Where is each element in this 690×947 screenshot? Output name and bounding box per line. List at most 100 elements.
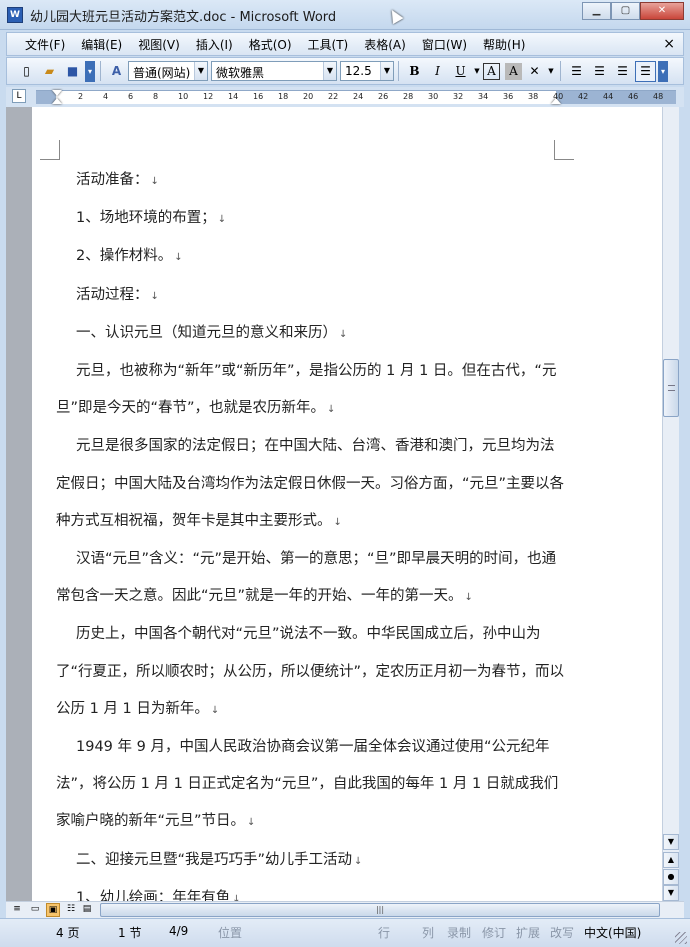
underline-dropdown-icon[interactable]: ▼: [473, 61, 481, 82]
status-language[interactable]: 中文(中国): [584, 924, 641, 941]
ruler-tick-label: 36: [503, 92, 514, 101]
paragraph-mark-icon: ↓: [464, 592, 473, 604]
document-paragraph[interactable]: 1949 年 9 月，中国人民政治协商会议第一届全体会议通过使用“公元纪年法”，…: [56, 729, 566, 842]
formatting-toolbar: ▯ ▰ ■ ▾ A 普通(网站) ▼ 微软雅黑 ▼ 12.5 ▼ B I U ▼…: [6, 57, 684, 85]
underline-button[interactable]: U: [450, 61, 471, 82]
menu-insert[interactable]: 插入(I): [188, 36, 241, 53]
font-size-combo[interactable]: 12.5 ▼: [340, 61, 394, 81]
close-window-button[interactable]: ✕: [640, 2, 684, 20]
align-right-icon[interactable]: ☰: [612, 61, 633, 82]
paragraph-text: 一、认识元旦（知道元旦的意义和来历）: [76, 324, 337, 341]
outline-view-icon[interactable]: ☷: [64, 903, 78, 917]
document-paragraph[interactable]: 活动过程： ↓: [56, 277, 566, 315]
word-app-icon[interactable]: W: [7, 7, 23, 23]
web-layout-view-icon[interactable]: ▭: [28, 903, 42, 917]
scroll-down-arrow-icon[interactable]: ▼: [663, 834, 679, 850]
horizontal-scrollbar-row: ≡ ▭ ▣ ☷ ▤ |||: [6, 901, 684, 918]
document-paragraph[interactable]: 1、幼儿绘画：年年有鱼 ↓: [56, 880, 566, 901]
menu-table[interactable]: 表格(A): [356, 36, 414, 53]
previous-page-icon[interactable]: ▲: [663, 852, 679, 868]
menu-file[interactable]: 文件(F): [17, 36, 73, 53]
status-extend-selection[interactable]: 扩展: [516, 924, 540, 941]
toolbar-options-icon[interactable]: ▾: [85, 60, 95, 82]
styles-pane-icon[interactable]: A: [106, 61, 127, 82]
next-page-icon[interactable]: ▼: [663, 885, 679, 901]
paragraph-mark-icon: ↓: [150, 176, 159, 187]
vertical-scrollbar[interactable]: ▼ ▲ ● ▼: [662, 107, 679, 901]
window-controls: ▁ ▢ ✕: [582, 2, 684, 20]
status-bar: 4 页 1 节 4/9 位置 行 列 录制 修订 扩展 改写 中文(中国): [0, 918, 690, 947]
scaling-dropdown-icon[interactable]: ▼: [547, 61, 555, 82]
paragraph-mark-icon: ↓: [150, 290, 159, 302]
print-layout-view-icon[interactable]: ▣: [46, 903, 60, 917]
select-browse-object-icon[interactable]: ●: [663, 869, 679, 885]
ruler-tick-label: 42: [578, 92, 589, 101]
paragraph-mark-icon: ↓: [247, 817, 256, 829]
italic-button[interactable]: I: [427, 61, 448, 82]
justify-icon[interactable]: ☰: [635, 60, 656, 82]
maximize-button[interactable]: ▢: [611, 2, 640, 20]
character-scaling-icon[interactable]: ✕: [524, 61, 545, 82]
document-paragraph[interactable]: 元旦是很多国家的法定假日；在中国大陆、台湾、香港和澳门，元旦均为法定假日；中国大…: [56, 428, 566, 541]
menu-tools[interactable]: 工具(T): [300, 36, 357, 53]
normal-view-icon[interactable]: ≡: [10, 903, 24, 917]
chevron-down-icon: ▼: [380, 62, 393, 80]
document-paragraph[interactable]: 活动准备： ↓: [56, 162, 566, 200]
menu-format[interactable]: 格式(O): [241, 36, 300, 53]
document-paragraph[interactable]: 二、迎接元旦暨“我是巧巧手”幼儿手工活动 ↓: [56, 842, 566, 880]
toolbar-separator: [560, 61, 561, 81]
document-paragraph[interactable]: 元旦，也被称为“新年”或“新历年”，是指公历的 1 月 1 日。但在古代，“元旦…: [56, 353, 566, 428]
font-size-value: 12.5: [345, 64, 372, 78]
align-center-icon[interactable]: ☰: [589, 61, 610, 82]
menu-window[interactable]: 窗口(W): [414, 36, 475, 53]
document-paragraph[interactable]: 1、场地环境的布置； ↓: [56, 200, 566, 238]
toolbar-separator: [100, 61, 101, 81]
ruler-tick-label: 12: [203, 92, 214, 101]
ruler-tick-label: 30: [428, 92, 439, 101]
ruler-tick-label: 16: [253, 92, 264, 101]
minimize-button[interactable]: ▁: [582, 2, 611, 20]
horizontal-ruler[interactable]: 2 4 6 8 10 12 14 16 18 20 22 24 26 28 30 32 34 36 38 40 42 44…: [36, 90, 676, 104]
save-icon[interactable]: ■: [62, 61, 83, 82]
open-folder-icon[interactable]: ▰: [39, 61, 60, 82]
toolbar-options-icon[interactable]: ▾: [658, 60, 668, 82]
menu-bar: 文件(F) 编辑(E) 视图(V) 插入(I) 格式(O) 工具(T) 表格(A…: [6, 32, 684, 56]
paragraph-text: 1、幼儿绘画：年年有鱼: [76, 889, 231, 901]
document-body[interactable]: 活动准备： ↓ 1、场地环境的布置； ↓ 2、操作材料。 ↓ 活动过程： ↓ 一、认识元旦（知道…: [56, 162, 566, 901]
new-document-icon[interactable]: ▯: [16, 61, 37, 82]
character-shading-button[interactable]: A: [505, 62, 522, 80]
document-paragraph[interactable]: 2、操作材料。 ↓: [56, 238, 566, 276]
status-track-changes[interactable]: 修订: [482, 924, 506, 941]
tab-selector-icon[interactable]: L: [12, 89, 26, 103]
ruler-tick-label: 20: [303, 92, 314, 101]
close-document-button[interactable]: ×: [663, 36, 675, 52]
bold-button[interactable]: B: [404, 61, 425, 82]
menu-view[interactable]: 视图(V): [130, 36, 188, 53]
document-paragraph[interactable]: 一、认识元旦（知道元旦的意义和来历） ↓: [56, 315, 566, 353]
ruler-tick-label: 28: [403, 92, 414, 101]
align-left-icon[interactable]: ☰: [566, 61, 587, 82]
paragraph-text: 元旦，也被称为“新年”或“新历年”，是指公历的 1 月 1 日。但在古代，“元旦…: [56, 363, 557, 417]
status-overtype[interactable]: 改写: [550, 924, 574, 941]
paragraph-mark-icon: ↓: [354, 855, 363, 867]
document-page[interactable]: 活动准备： ↓ 1、场地环境的布置； ↓ 2、操作材料。 ↓ 活动过程： ↓ 一、认识元旦（知道…: [32, 107, 662, 901]
font-combo[interactable]: 微软雅黑 ▼: [211, 61, 337, 81]
resize-grip-icon[interactable]: [675, 932, 687, 944]
horizontal-scroll-thumb[interactable]: |||: [100, 903, 660, 917]
ruler-tick-label: 6: [128, 92, 134, 101]
chevron-down-icon: ▼: [323, 62, 336, 80]
style-combo[interactable]: 普通(网站) ▼: [128, 61, 208, 81]
ruler-tick-label: 2: [78, 92, 84, 101]
document-paragraph[interactable]: 历史上，中国各个朝代对“元旦”说法不一致。中华民国成立后，孙中山为了“行夏正，所…: [56, 616, 566, 729]
character-border-button[interactable]: A: [483, 62, 500, 80]
menu-edit[interactable]: 编辑(E): [73, 36, 130, 53]
ruler-tick-label: 8: [153, 92, 159, 101]
vertical-scroll-thumb[interactable]: [663, 359, 679, 417]
first-line-indent-marker[interactable]: [52, 90, 62, 96]
mouse-cursor-icon: [386, 6, 404, 25]
horizontal-scrollbar[interactable]: |||: [92, 902, 666, 918]
document-paragraph[interactable]: 汉语“元旦”含义：“元”是开始、第一的意思；“旦”即早晨天明的时间，也通常包含一…: [56, 541, 566, 616]
menu-help[interactable]: 帮助(H): [475, 36, 533, 53]
status-record-macro[interactable]: 录制: [447, 924, 471, 941]
hanging-indent-marker[interactable]: [52, 98, 62, 104]
